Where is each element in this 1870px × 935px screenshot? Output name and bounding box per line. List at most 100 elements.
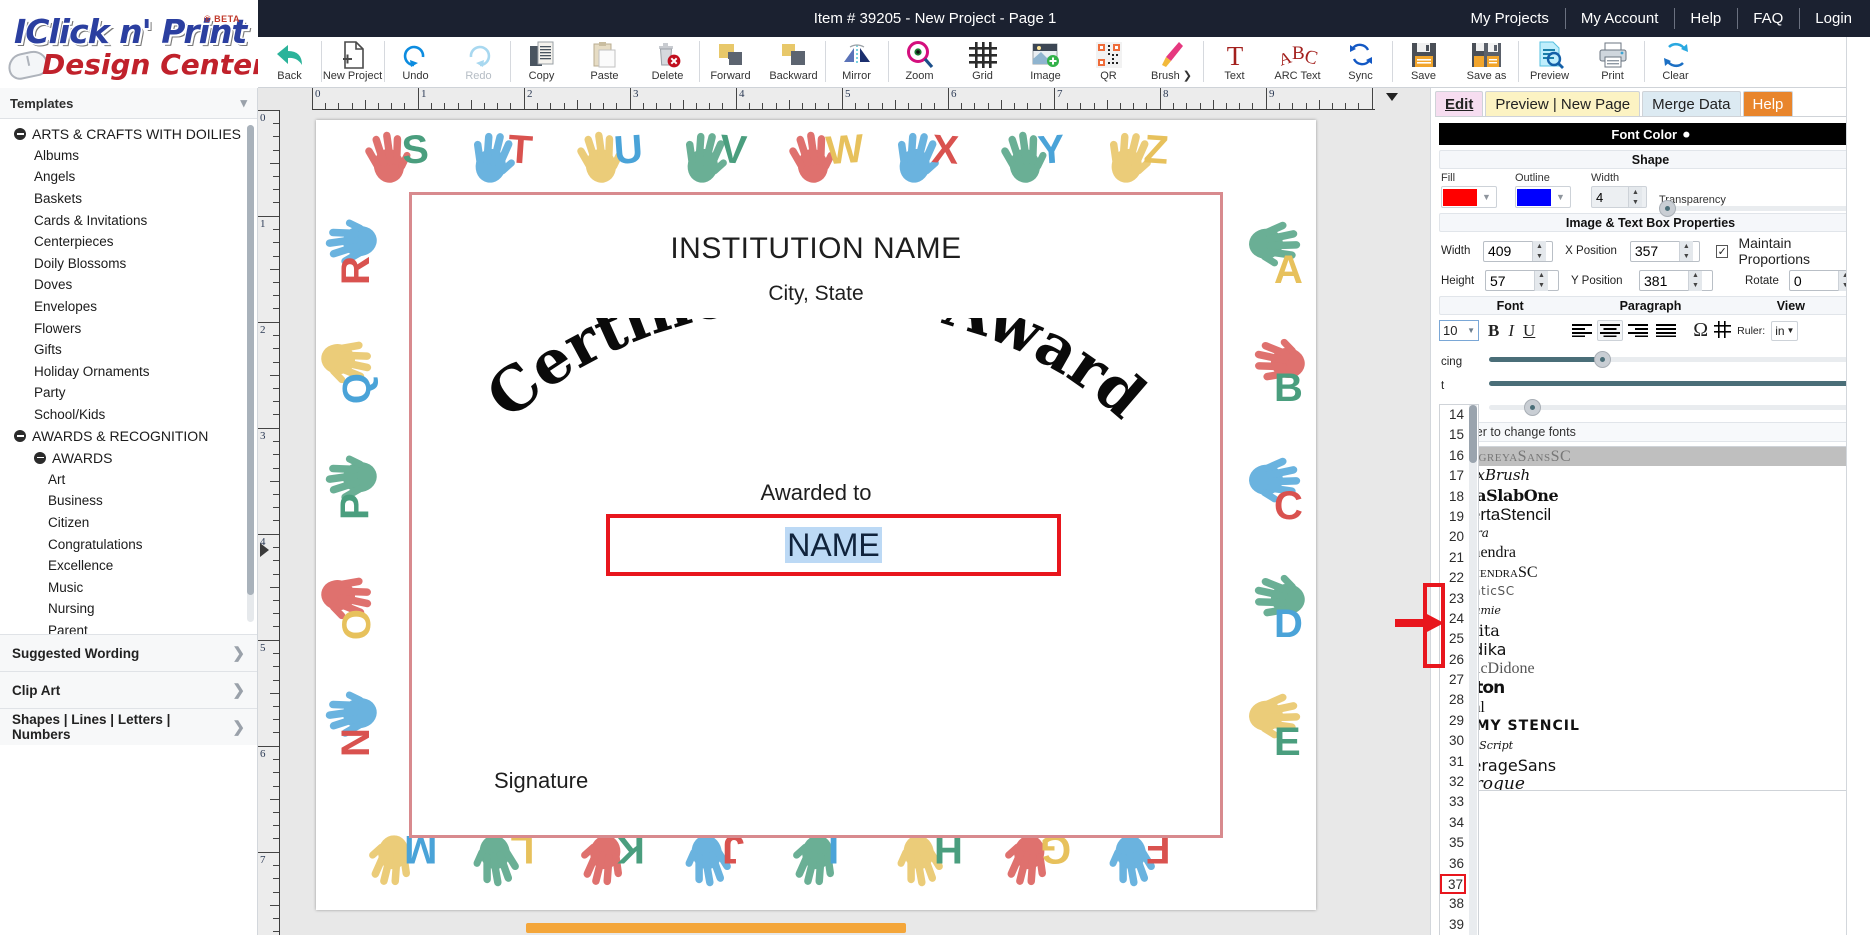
tree-item-awards[interactable]: AWARDS [0,447,257,469]
tree-item-awards-recognition[interactable]: AWARDS & RECOGNITION [0,425,257,447]
tree-item-flowers[interactable]: Flowers [0,317,257,339]
third-slider[interactable] [1489,398,1860,416]
rotate-input[interactable] [1789,271,1838,290]
topnav-faq[interactable]: FAQ [1737,0,1799,37]
tab-help[interactable]: Help [1742,91,1794,116]
box-width-input[interactable] [1483,241,1532,261]
tree-item-envelopes[interactable]: Envelopes [0,296,257,318]
toolbar-delete-button[interactable]: Delete [636,37,699,88]
tab-edit[interactable]: Edit [1435,91,1484,116]
tree-item-cards-invitations[interactable]: Cards & Invitations [0,209,257,231]
sidebar-section-clip-art[interactable]: Clip Art ❯ [0,671,257,708]
fill-color-swatch[interactable] [1443,188,1477,206]
xpos-input[interactable] [1630,241,1679,261]
font-option-allura[interactable]: Allura [1440,524,1861,543]
toolbar-mirror-button[interactable]: Mirror [825,37,888,88]
size-dropdown-scrollbar-thumb[interactable] [1469,405,1477,463]
toolbar-image-button[interactable]: Image [1014,37,1077,88]
chevron-down-icon[interactable]: ▼ [1467,326,1475,335]
font-family-list[interactable]: AlegreyaSansSC AlexBrush AlfaSlabOne Allert… [1439,446,1862,791]
toolbar-zoom-button[interactable]: Zoom [888,37,951,88]
slider-knob[interactable] [1524,398,1541,416]
font-option-baroque[interactable]: Baroque [1440,775,1861,790]
align-right-icon[interactable] [1625,320,1651,341]
canvas-scrollbar-thumb[interactable] [526,923,906,933]
slider-knob[interactable] [1594,350,1611,368]
box-height-input[interactable] [1486,271,1534,290]
toolbar-back-button[interactable]: Back [258,37,321,88]
chevron-right-icon[interactable]: ❯ [232,644,245,662]
font-option-allertastencil[interactable]: AllertaStencil [1440,505,1861,524]
tree-item-angels[interactable]: Angels [0,166,257,188]
ruler-unit-select[interactable]: in ▼ [1771,320,1799,341]
tab-preview-new-page[interactable]: Preview | New Page [1485,91,1641,116]
toolbar-preview-button[interactable]: Preview [1518,37,1581,88]
toolbar-text-button[interactable]: T Text [1203,37,1266,88]
toolbar-qr-button[interactable]: QR [1077,37,1140,88]
spacing-slider[interactable] [1489,350,1860,368]
signature-text[interactable]: Signature [494,768,588,794]
shape-width-stepper[interactable]: ▲▼ [1591,186,1647,208]
tree-item-doves[interactable]: Doves [0,274,257,296]
certificate-page[interactable]: STUVWXYZMLKJIHGFRQPONABCDE INSTITUTION N… [316,120,1316,910]
special-character-omega-icon[interactable]: Ω [1693,319,1708,342]
box-width-stepper[interactable]: ▲▼ [1482,240,1554,262]
align-left-icon[interactable] [1569,320,1595,341]
bold-button[interactable]: B [1488,321,1499,341]
topnav-my-account[interactable]: My Account [1564,0,1675,37]
ypos-stepper[interactable]: ▲▼ [1639,270,1713,291]
grid-icon[interactable] [1714,320,1732,341]
align-center-icon[interactable] [1597,320,1624,341]
outline-color-picker[interactable]: ▼ [1515,186,1571,208]
canvas-horizontal-scrollbar[interactable] [406,921,1406,935]
panel-expand-arrow-icon[interactable] [260,543,269,557]
toolbar-brush-button[interactable]: Brush ❯ [1140,37,1203,88]
font-option-almendra[interactable]: Almendra [1440,543,1861,562]
tree-item-holiday-ornaments[interactable]: Holiday Ornaments [0,361,257,383]
chevron-right-icon[interactable]: ❯ [232,681,245,699]
sidebar-section-suggested-wording[interactable]: Suggested Wording ❯ [0,634,257,671]
topnav-login[interactable]: Login [1799,0,1868,37]
box-height-spinner[interactable]: ▲ ▼ [1534,270,1548,291]
xpos-stepper[interactable]: ▲▼ [1629,240,1701,262]
tree-item-arts-crafts-with-doilies[interactable]: ARTS & CRAFTS WITH DOILIES [0,123,257,145]
toolbar-paste-button[interactable]: Paste [573,37,636,88]
collapse-minus-icon[interactable] [14,430,26,443]
vertical-ruler[interactable]: 012345678 [258,110,280,935]
font-option-alfaslabone[interactable]: AlfaSlabOne [1440,486,1861,505]
tree-item-baskets[interactable]: Baskets [0,188,257,210]
topnav-my-projects[interactable]: My Projects [1455,0,1565,37]
toolbar-save-button[interactable]: Save [1392,37,1455,88]
topnav-help[interactable]: Help [1674,0,1737,37]
underline-button[interactable]: U [1523,321,1535,341]
align-justify-icon[interactable] [1653,320,1679,341]
font-option-andika[interactable]: Andika [1440,640,1861,659]
shape-width-spinner[interactable]: ▲ ▼ [1628,187,1642,207]
chevron-down-icon[interactable]: ▼ [1556,192,1565,202]
toolbar-new-project-button[interactable]: New Project [321,37,384,88]
name-textbox-selected[interactable]: NAME [606,514,1061,576]
slider-knob[interactable] [1659,199,1676,217]
chevron-down-icon[interactable]: ▼ [1787,326,1795,335]
font-option-amiamie[interactable]: Amiamie [1440,601,1861,620]
font-option-averagesans[interactable]: AverageSans [1440,756,1861,775]
city-state-text[interactable]: City, State [316,282,1316,306]
institution-name-text[interactable]: INSTITUTION NAME [316,232,1316,266]
font-color-bar[interactable]: Font Color ⦁ [1439,123,1862,145]
app-logo[interactable]: IClick n' Print ® BETA Design Center [0,0,258,88]
tree-item-gifts[interactable]: Gifts [0,339,257,361]
ypos-spinner[interactable]: ▲ ▼ [1688,270,1702,291]
chevron-right-icon[interactable]: ❯ [232,718,245,736]
tree-item-albums[interactable]: Albums [0,145,257,167]
toolbar-redo-button[interactable]: Redo [447,37,510,88]
size-dropdown-scrollbar-track[interactable] [1469,405,1477,935]
font-option-anton[interactable]: Anton [1440,679,1861,698]
ypos-input[interactable] [1640,271,1688,290]
font-option-amaticsc[interactable]: AmaticSC [1440,582,1861,601]
shape-width-input[interactable] [1592,187,1628,207]
ruler-dropdown-icon[interactable] [1386,93,1398,101]
font-option-alegreyasanssc[interactable]: AlegreyaSansSC [1440,447,1861,467]
font-size-dropdown-list[interactable]: 14 15 16 17 18 19 20 21 22 23 24 25 26 27 28 29 30 31 32 33… [1439,404,1479,935]
tree-item-congratulations[interactable]: Congratulations [0,533,257,555]
box-height-stepper[interactable]: ▲▼ [1485,270,1559,291]
